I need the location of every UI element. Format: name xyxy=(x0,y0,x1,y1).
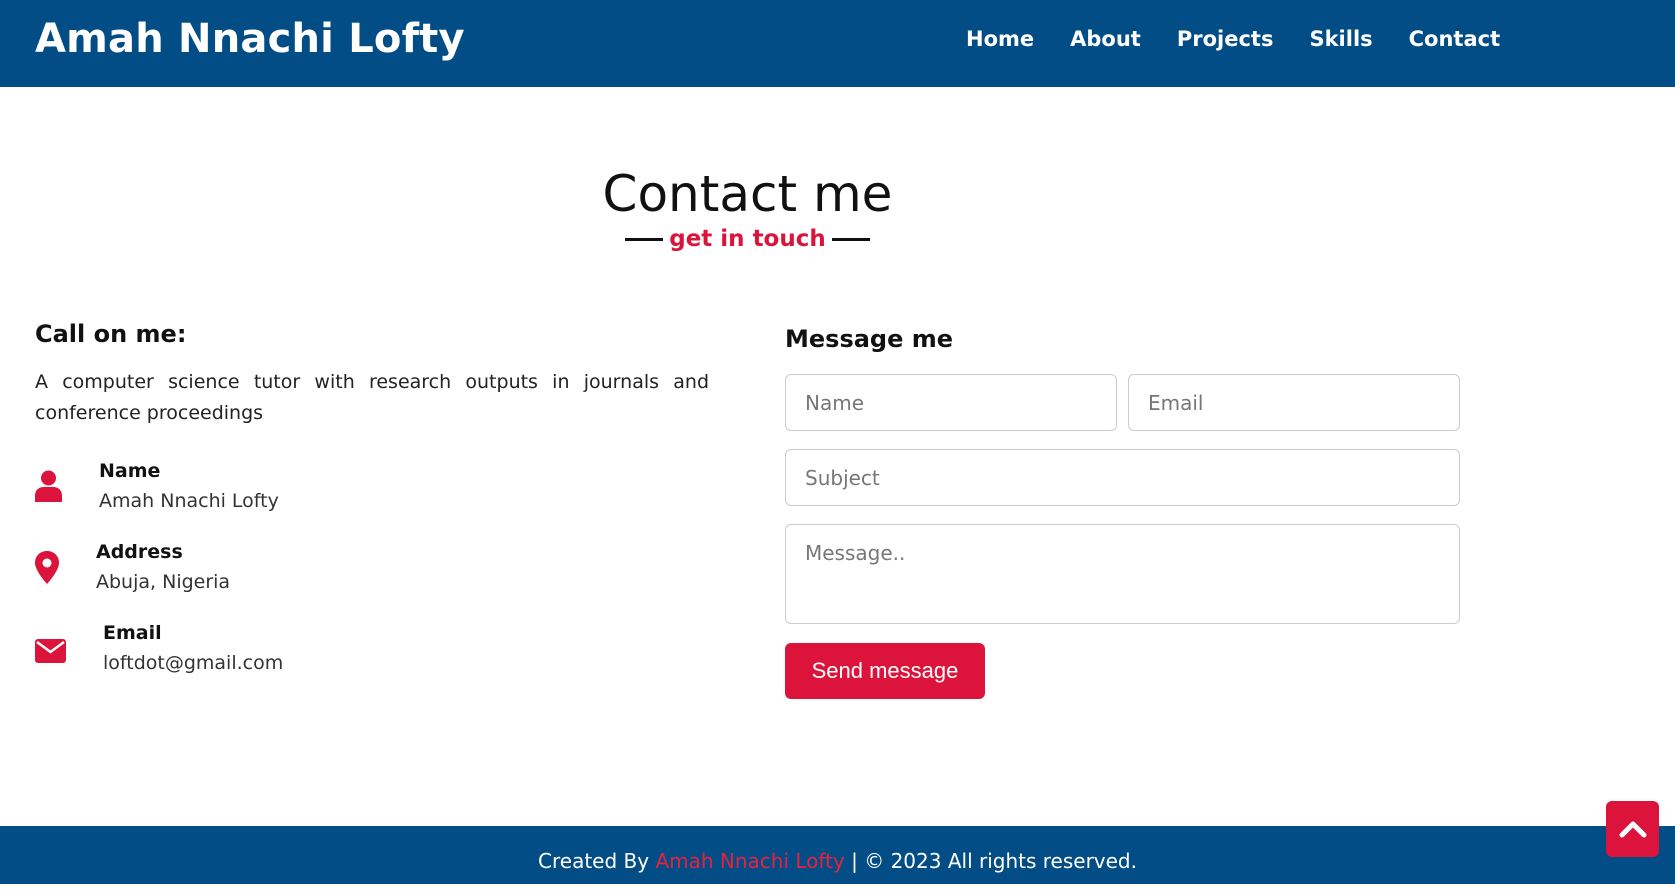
footer: Created By Amah Nnachi Lofty | © 2023 Al… xyxy=(0,826,1675,884)
nav-menu: Home About Projects Skills Contact xyxy=(966,27,1536,51)
info-email-value: loftdot@gmail.com xyxy=(103,652,284,674)
contact-info-heading: Call on me: xyxy=(35,320,187,348)
email-field[interactable] xyxy=(1128,374,1460,431)
contact-info: Call on me: A computer science tutor wit… xyxy=(35,320,709,674)
brand-logo[interactable]: Amah Nnachi Lofty xyxy=(35,16,465,62)
scroll-to-top-button[interactable] xyxy=(1606,801,1659,857)
send-message-button[interactable]: Send message xyxy=(785,643,985,699)
section-subtitle: get in touch xyxy=(0,226,1495,252)
envelope-icon xyxy=(35,639,66,667)
message-form-heading-wrap: Message me xyxy=(785,325,1460,353)
contact-bio: A computer science tutor with research o… xyxy=(35,371,709,424)
info-name-label: Name xyxy=(99,460,161,482)
name-field[interactable] xyxy=(785,374,1117,431)
subtitle-text: get in touch xyxy=(669,226,826,252)
subtitle-left-line xyxy=(625,238,664,241)
nav-projects[interactable]: Projects xyxy=(1177,27,1274,51)
info-name-value: Amah Nnachi Lofty xyxy=(99,490,279,512)
nav-skills[interactable]: Skills xyxy=(1309,27,1372,51)
nav-contact[interactable]: Contact xyxy=(1409,27,1501,51)
info-email-label: Email xyxy=(103,622,162,644)
navbar: Amah Nnachi Lofty Home About Projects Sk… xyxy=(0,0,1675,87)
nav-about[interactable]: About xyxy=(1070,27,1141,51)
map-marker-icon xyxy=(35,551,59,588)
section-title: Contact me xyxy=(602,165,893,223)
footer-copyright: | © 2023 All rights reserved. xyxy=(844,849,1137,873)
footer-author-link[interactable]: Amah Nnachi Lofty xyxy=(655,849,844,873)
info-address-value: Abuja, Nigeria xyxy=(96,571,231,593)
info-address-label: Address xyxy=(96,541,183,563)
message-form-heading: Message me xyxy=(785,325,954,353)
nav-home[interactable]: Home xyxy=(966,27,1034,51)
footer-prefix: Created By xyxy=(538,849,656,873)
subject-field[interactable] xyxy=(785,449,1460,506)
subtitle-right-line xyxy=(831,238,870,241)
message-field[interactable] xyxy=(785,524,1460,624)
chevron-up-icon xyxy=(1619,821,1646,838)
user-icon xyxy=(35,470,62,506)
